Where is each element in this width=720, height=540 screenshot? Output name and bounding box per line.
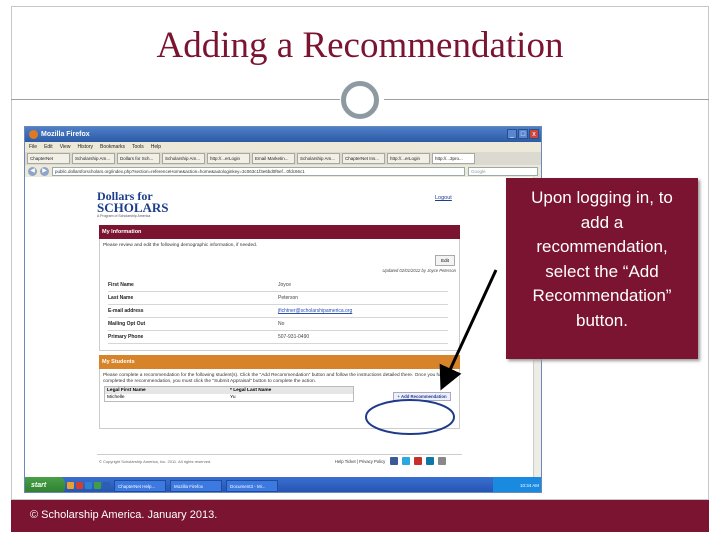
callout-arrow — [439, 269, 498, 391]
highlight-circle — [365, 399, 455, 435]
slide-footer-bar: © Scholarship America. January 2013. — [11, 500, 709, 532]
annotation-layer — [365, 269, 498, 435]
slide-footer-text: © Scholarship America. January 2013. — [30, 509, 218, 521]
